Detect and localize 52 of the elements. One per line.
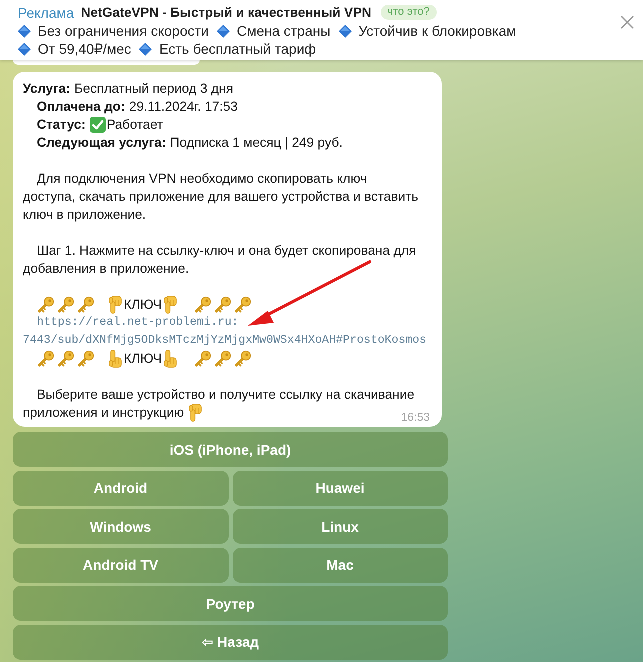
- key-icon: [234, 296, 252, 314]
- field-label: Услуга:: [23, 80, 70, 98]
- diamond-icon: [18, 24, 31, 38]
- ad-feature: Есть бесплатный тариф: [159, 40, 316, 58]
- diamond-icon: [338, 24, 352, 38]
- field-value: Бесплатный период 3 дня: [74, 80, 234, 98]
- device-button[interactable]: Android: [13, 470, 228, 506]
- key-label: КЛЮЧ: [124, 350, 162, 368]
- ad-feature: Устойчив к блокировкам: [358, 22, 516, 40]
- ad-label: Реклама: [18, 4, 74, 20]
- field-value: 29.11.2024г. 17:53: [129, 98, 238, 116]
- device-button[interactable]: Android TV: [13, 548, 228, 583]
- diamond-icon: [18, 42, 31, 56]
- device-button[interactable]: Роутер: [13, 586, 448, 622]
- field-value: Работает: [106, 116, 164, 134]
- message-text: Выберите ваше устройство и получите ссылку на скачивание: [37, 386, 415, 404]
- key-icon: [214, 296, 232, 314]
- key-icon: [37, 350, 55, 368]
- key-link[interactable]: https://real.net-problemi.ru: 7443/sub/dXNfMjg5ODksMTczMjYzMjgxMw0WSx4HXoAH#ProstoKosmos: [23, 314, 427, 350]
- ad-feature: Без ограничения скорости: [38, 22, 209, 40]
- ad-feature: От 59,40₽/мес: [38, 40, 132, 58]
- message-time: 16:53: [401, 411, 430, 425]
- key-icon: [214, 350, 232, 368]
- key-label: КЛЮЧ: [124, 296, 162, 314]
- field-label: Оплачена до:: [37, 98, 126, 116]
- ad-title: NetGateVPN - Быстрый и качественный VPN: [81, 5, 372, 20]
- key-icon: [194, 350, 212, 368]
- key-icon: [234, 350, 252, 368]
- message-text: Шаг 1. Нажмите на ссылку-ключ и она будет скопирована для добавления в приложение.: [23, 243, 416, 276]
- key-icon: [77, 296, 95, 314]
- key-icon: [57, 350, 75, 368]
- diamond-icon: [216, 24, 230, 38]
- device-button[interactable]: iOS (iPhone, iPad): [13, 432, 448, 467]
- device-button[interactable]: Linux: [232, 509, 448, 544]
- field-label: Следующая услуга:: [37, 134, 166, 152]
- close-icon: [621, 16, 634, 29]
- device-button[interactable]: Mac: [232, 548, 448, 583]
- device-button[interactable]: Huawei: [232, 470, 448, 506]
- field-value: Подписка 1 месяц | 249 руб.: [170, 134, 343, 152]
- message-text: приложения и инструкцию: [23, 404, 184, 422]
- message-text: Для подключения VPN необходимо скопировать ключ доступа, скачать приложение для вашего устройства и вставить ключ в приложение.: [23, 171, 418, 222]
- diamond-icon: [139, 42, 152, 56]
- device-button[interactable]: Windows: [13, 509, 228, 544]
- what-is-this-link[interactable]: что это?: [380, 5, 437, 20]
- ad-feature: Смена страны: [236, 22, 331, 40]
- device-button[interactable]: ⇦ Назад: [13, 624, 448, 660]
- field-label: Статус:: [37, 116, 86, 134]
- key-icon: [77, 350, 95, 368]
- key-icon: [194, 296, 212, 314]
- check-icon: [90, 117, 106, 133]
- key-icon: [57, 296, 75, 314]
- key-icon: [37, 296, 55, 314]
